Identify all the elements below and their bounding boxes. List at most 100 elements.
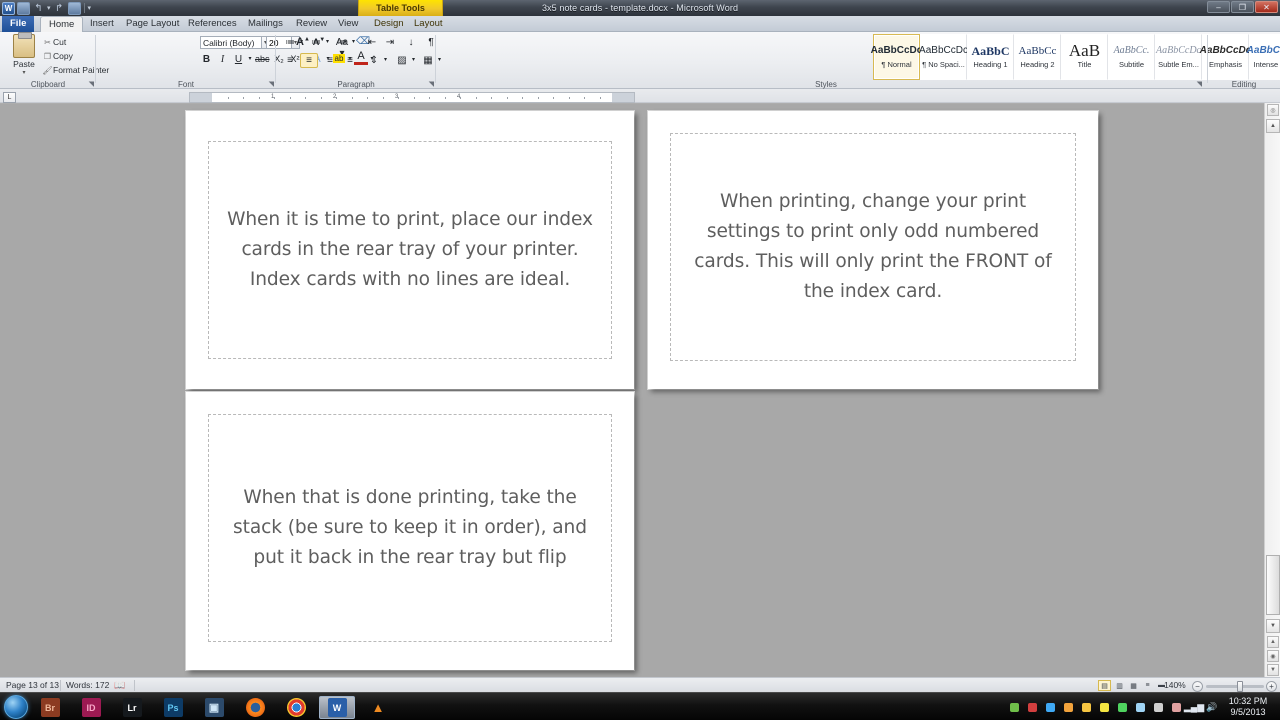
note-card-cell-2[interactable]: When printing, change your print setting… <box>670 133 1076 361</box>
undo-icon[interactable]: ↰ <box>32 2 45 15</box>
tray-icon-6[interactable] <box>1116 701 1128 713</box>
note-card-cell-3[interactable]: When that is done printing, take the sta… <box>208 414 612 642</box>
note-card-page-2[interactable]: When printing, change your print setting… <box>648 111 1098 389</box>
tray-icon-3[interactable] <box>1062 701 1074 713</box>
style-item-no-spaci[interactable]: AaBbCcDc ¶ No Spaci... <box>919 34 968 80</box>
zoom-level-label[interactable]: 140% <box>1164 680 1186 691</box>
tab-review[interactable]: Review <box>288 16 335 32</box>
sort-icon[interactable]: ↓ <box>404 37 418 48</box>
tray-icon-8[interactable] <box>1152 701 1164 713</box>
taskbar-adobe-bridge-button[interactable]: Br <box>32 696 68 719</box>
borders-icon[interactable]: ▦ <box>420 55 436 66</box>
select-browse-object-icon[interactable]: ◎ <box>1267 104 1279 116</box>
previous-page-icon[interactable]: ▲ <box>1267 636 1279 648</box>
close-button[interactable]: ✕ <box>1255 1 1278 13</box>
browse-object-icon[interactable]: ◉ <box>1267 650 1279 662</box>
style-item-heading-2[interactable]: AaBbCc Heading 2 <box>1014 34 1061 80</box>
styles-dialog-launcher-icon[interactable]: ◥ <box>1197 80 1202 88</box>
minimize-button[interactable]: – <box>1207 1 1230 13</box>
decrease-indent-icon[interactable]: ⇤ <box>364 37 380 48</box>
tab-table-layout[interactable]: Layout <box>406 16 451 32</box>
tab-table-design[interactable]: Design <box>366 16 412 32</box>
zoom-out-button[interactable]: − <box>1192 681 1203 692</box>
note-card-cell-1[interactable]: When it is time to print, place our inde… <box>208 141 612 359</box>
tray-icon-0[interactable] <box>1008 701 1020 713</box>
proofing-errors-icon[interactable]: 📖 <box>114 680 125 691</box>
horizontal-ruler[interactable]: 1234 <box>189 92 635 103</box>
align-center-icon[interactable]: ≡ <box>300 53 318 68</box>
taskbar-adobe-indesign-button[interactable]: ID <box>73 696 109 719</box>
style-item-title[interactable]: AaB Title <box>1061 34 1108 80</box>
strikethrough-icon[interactable]: abc <box>255 54 270 64</box>
tray-icon-2[interactable] <box>1044 701 1056 713</box>
font-name-input[interactable]: Calibri (Body) <box>200 36 262 49</box>
scrollbar-thumb[interactable] <box>1266 555 1280 615</box>
multilevel-list-icon[interactable]: ≔ <box>334 37 350 48</box>
numbering-icon[interactable]: ≔ <box>308 37 324 48</box>
bold-icon[interactable]: B <box>200 54 213 65</box>
tray-icon-10[interactable]: ▂▄▆ <box>1184 701 1204 713</box>
bullets-dropdown-icon[interactable]: ▾ <box>298 38 305 45</box>
style-item-heading-1[interactable]: AaBbC Heading 1 <box>967 34 1014 80</box>
next-page-icon[interactable]: ▼ <box>1267 664 1279 676</box>
align-left-icon[interactable]: ≡ <box>282 55 298 66</box>
tab-stop-selector[interactable]: L <box>3 92 16 103</box>
tray-icon-7[interactable] <box>1134 701 1146 713</box>
multilevel-dropdown-icon[interactable]: ▾ <box>350 38 357 45</box>
style-item-subtle-em[interactable]: AaBbCcDc Subtle Em... <box>1155 34 1202 80</box>
tab-home[interactable]: Home <box>40 16 84 33</box>
web-layout-view-button[interactable]: ▦ <box>1127 680 1140 691</box>
tab-page-layout[interactable]: Page Layout <box>118 16 187 32</box>
increase-indent-icon[interactable]: ⇥ <box>382 37 398 48</box>
tab-references[interactable]: References <box>180 16 245 32</box>
note-card-page-3[interactable]: When that is done printing, take the sta… <box>186 392 634 670</box>
tray-icon-1[interactable] <box>1026 701 1038 713</box>
scroll-down-button[interactable]: ▼ <box>1266 619 1280 633</box>
line-spacing-dropdown-icon[interactable]: ▾ <box>382 56 389 63</box>
save-icon[interactable] <box>17 1 30 15</box>
style-item-subtitle[interactable]: AaBbCc. Subtitle <box>1108 34 1155 80</box>
document-canvas[interactable]: When it is time to print, place our inde… <box>0 103 1280 677</box>
tray-icon-11[interactable]: 🔊 <box>1206 701 1218 713</box>
outline-view-button[interactable]: ≡ <box>1141 680 1154 691</box>
tab-file[interactable]: File <box>2 16 35 32</box>
tray-icon-4[interactable] <box>1080 701 1092 713</box>
paste-dropdown-icon[interactable]: ▾ <box>8 69 40 76</box>
customize-qat-icon[interactable]: ▾ <box>88 4 92 12</box>
line-spacing-icon[interactable]: ⇕ <box>366 55 382 66</box>
zoom-slider-track[interactable] <box>1206 685 1264 688</box>
bullets-icon[interactable]: ≔ <box>282 37 298 48</box>
vertical-scrollbar[interactable]: ◎ ▲ ▼ ▲ ◉ ▼ <box>1264 103 1280 677</box>
page-indicator[interactable]: Page 13 of 13 <box>6 680 59 691</box>
shading-icon[interactable]: ▨ <box>394 55 410 66</box>
paragraph-dialog-launcher-icon[interactable]: ◥ <box>429 80 434 88</box>
taskbar-mozilla-firefox-button[interactable] <box>237 696 273 719</box>
taskbar-vlc-media-player-button[interactable]: ▲ <box>360 696 396 719</box>
tray-icon-9[interactable] <box>1170 701 1182 713</box>
zoom-slider-thumb[interactable] <box>1237 681 1243 692</box>
taskbar-adobe-photoshop-button[interactable]: Ps <box>155 696 191 719</box>
taskbar-google-chrome-button[interactable] <box>278 696 314 719</box>
paste-button[interactable]: Paste ▾ <box>8 32 40 76</box>
undo-dropdown-icon[interactable]: ▾ <box>47 4 51 12</box>
redo-icon[interactable]: ↱ <box>53 2 66 15</box>
style-item-normal[interactable]: AaBbCcDc ¶ Normal <box>871 34 922 80</box>
tab-mailings[interactable]: Mailings <box>240 16 291 32</box>
start-orb-icon[interactable] <box>4 695 28 719</box>
tray-icon-5[interactable] <box>1098 701 1110 713</box>
justify-icon[interactable]: ≡ <box>342 55 358 66</box>
tab-view[interactable]: View <box>330 16 366 32</box>
tab-insert[interactable]: Insert <box>82 16 122 32</box>
copy-button[interactable]: ❐ Copy <box>42 51 73 61</box>
clock[interactable]: 10:32 PM 9/5/2013 <box>1220 696 1276 718</box>
maximize-button[interactable]: ❐ <box>1231 1 1254 13</box>
word-count[interactable]: Words: 172 <box>66 680 109 691</box>
numbering-dropdown-icon[interactable]: ▾ <box>324 38 331 45</box>
clipboard-dialog-launcher-icon[interactable]: ◥ <box>89 80 94 88</box>
word-logo-icon[interactable]: W <box>2 1 15 15</box>
shading-dropdown-icon[interactable]: ▾ <box>410 56 417 63</box>
print-preview-icon[interactable] <box>67 1 81 15</box>
taskbar-adobe-lightroom-button[interactable]: Lr <box>114 696 150 719</box>
taskbar-microsoft-word-button[interactable]: W <box>319 696 355 719</box>
note-card-page-1[interactable]: When it is time to print, place our inde… <box>186 111 634 389</box>
